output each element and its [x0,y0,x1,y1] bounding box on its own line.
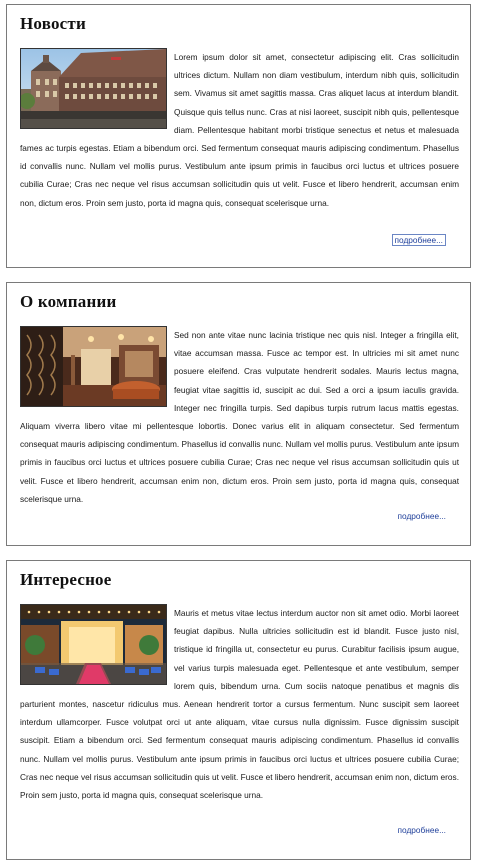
news-section: Новости Lorem ipsum dolor sit amet, cons… [6,4,471,268]
about-image[interactable] [20,326,167,407]
news-image[interactable] [20,48,167,129]
about-more-link[interactable]: подробнее... [398,511,446,521]
news-content: Lorem ipsum dolor sit amet, consectetur … [20,48,459,212]
interesting-title: Интересное [20,570,112,589]
news-more-link[interactable]: подробнее... [391,234,446,246]
news-title: Новости [20,14,86,33]
about-content: Sed non ante vitae nunc lacinia tristiqu… [20,326,459,508]
about-title: О компании [20,292,117,311]
about-section: О компании Sed non ante vitae nunc lacin… [6,282,471,546]
interesting-section: Интересное Mauris et metus vitae lectus … [6,560,471,860]
interesting-more-link[interactable]: подробнее... [398,825,446,835]
interesting-image[interactable] [20,604,167,685]
interesting-content: Mauris et metus vitae lectus interdum au… [20,604,459,804]
